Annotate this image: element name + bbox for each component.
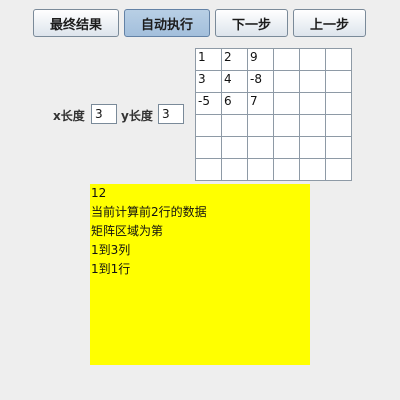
y-length-input[interactable]	[158, 104, 184, 124]
matrix-cell[interactable]: 3	[195, 70, 222, 93]
matrix-cell[interactable]	[247, 136, 274, 159]
matrix-cell[interactable]	[273, 70, 300, 93]
matrix-cell[interactable]: -5	[195, 92, 222, 115]
matrix-cell[interactable]	[273, 48, 300, 71]
matrix-cell[interactable]	[195, 158, 222, 181]
y-length-label: y长度	[121, 109, 153, 123]
matrix-cell[interactable]	[247, 114, 274, 137]
matrix-cell[interactable]	[325, 92, 352, 115]
matrix-cell[interactable]	[325, 136, 352, 159]
matrix-cell[interactable]: 1	[195, 48, 222, 71]
output-line: 矩阵区域为第	[91, 224, 164, 238]
matrix-cell[interactable]	[195, 114, 222, 137]
matrix-cell[interactable]	[299, 158, 326, 181]
matrix-cell[interactable]: 2	[221, 48, 248, 71]
matrix-cell[interactable]	[299, 48, 326, 71]
matrix-cell[interactable]	[273, 92, 300, 115]
matrix-cell[interactable]	[221, 158, 248, 181]
next-step-button[interactable]: 下一步	[215, 9, 288, 37]
output-line: 12	[91, 186, 107, 200]
matrix-cell[interactable]	[325, 114, 352, 137]
matrix-cell[interactable]: 4	[221, 70, 248, 93]
matrix-cell[interactable]	[273, 158, 300, 181]
matrix-cell[interactable]: -8	[247, 70, 274, 93]
matrix-cell[interactable]	[221, 136, 248, 159]
matrix-cell[interactable]: 9	[247, 48, 274, 71]
prev-step-button[interactable]: 上一步	[293, 9, 366, 37]
auto-run-button[interactable]: 自动执行	[124, 9, 210, 37]
matrix-cell[interactable]: 6	[221, 92, 248, 115]
x-length-label: x长度	[53, 109, 85, 123]
output-line: 当前计算前2行的数据	[91, 205, 207, 219]
matrix-cell[interactable]	[325, 70, 352, 93]
matrix-cell[interactable]	[325, 48, 352, 71]
matrix-cell[interactable]	[195, 136, 222, 159]
output-panel: 12 当前计算前2行的数据 矩阵区域为第 1到3列 1到1行	[90, 184, 310, 365]
matrix-cell[interactable]	[299, 92, 326, 115]
output-line: 1到1行	[91, 262, 131, 276]
matrix-cell[interactable]	[247, 158, 274, 181]
matrix-cell[interactable]	[325, 158, 352, 181]
matrix-cell[interactable]	[299, 114, 326, 137]
matrix-cell[interactable]	[273, 114, 300, 137]
matrix-cell[interactable]: 7	[247, 92, 274, 115]
matrix-cell[interactable]	[221, 114, 248, 137]
matrix-cell[interactable]	[273, 136, 300, 159]
matrix-grid: 1 2 9 3 4 -8 -5 6 7	[195, 48, 352, 181]
output-line: 1到3列	[91, 243, 131, 257]
x-length-input[interactable]	[91, 104, 117, 124]
matrix-cell[interactable]	[299, 136, 326, 159]
final-result-button[interactable]: 最终结果	[33, 9, 119, 37]
matrix-cell[interactable]	[299, 70, 326, 93]
